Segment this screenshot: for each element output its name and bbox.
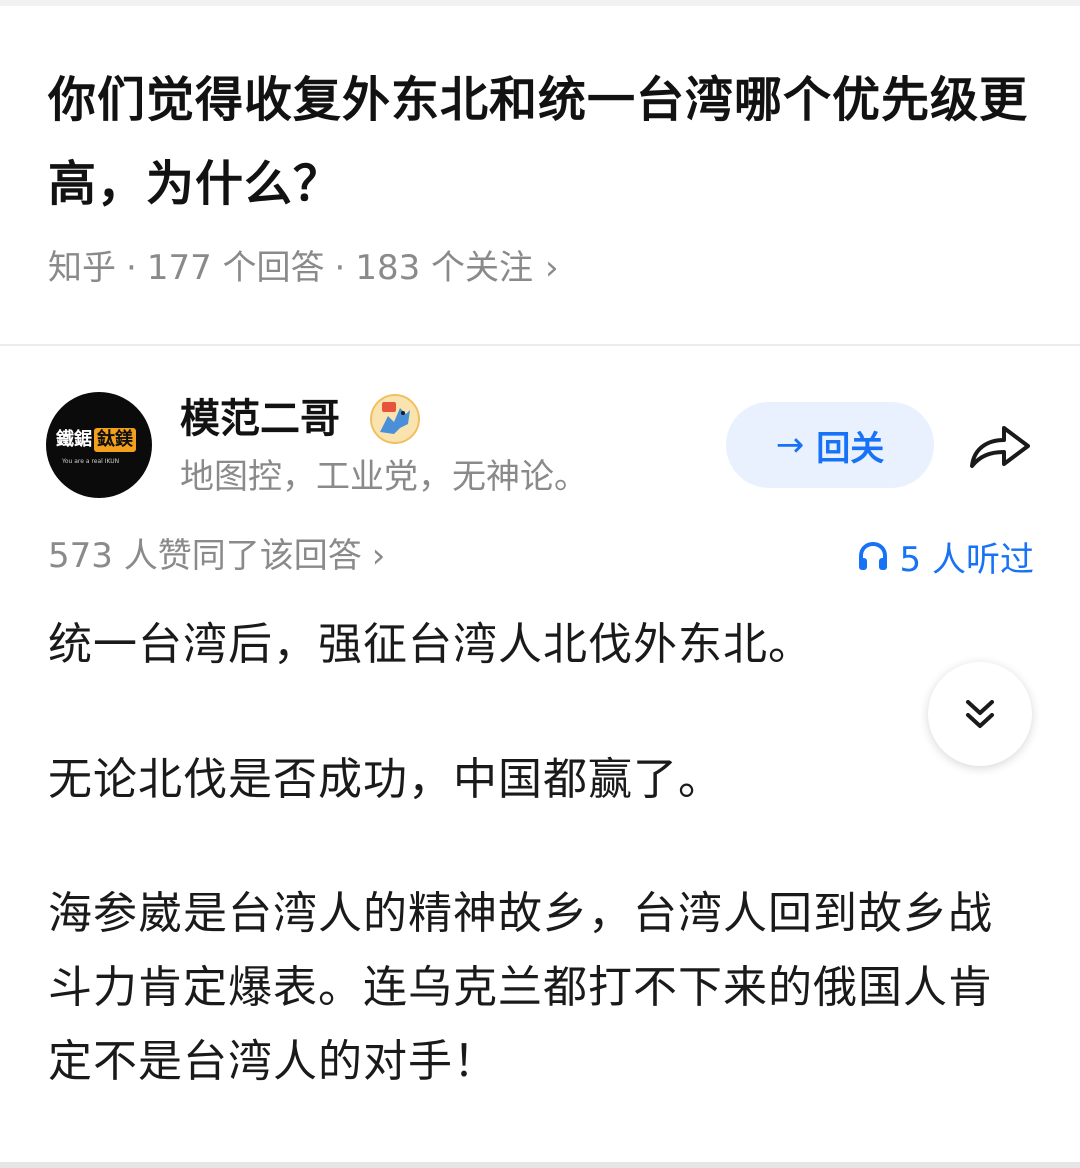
- author-bio: 地图控，工业党，无神论。: [180, 457, 588, 497]
- expand-button[interactable]: [928, 662, 1032, 766]
- avatar-subtext: You are a real IKUN: [62, 458, 120, 465]
- meta-separator: ·: [334, 248, 346, 288]
- chevron-right-icon: ›: [545, 248, 559, 288]
- upvote-text: 573 人赞同了该回答: [48, 536, 362, 576]
- status-strip: [0, 0, 1080, 6]
- answer-page: 你们觉得收复外东北和统一台湾哪个优先级更高，为什么？ 知乎 · 177 个回答 · 18…: [0, 0, 1080, 1168]
- answer-paragraph-1: 统一台湾后，强征台湾人北伐外东北。: [48, 619, 813, 670]
- author-name[interactable]: 模范二哥: [180, 392, 340, 446]
- source-label: 知乎: [48, 248, 116, 288]
- follow-button-label: 回关: [816, 428, 885, 469]
- answers-count: 177 个回答: [146, 248, 325, 288]
- meta-separator: ·: [126, 248, 137, 288]
- chevron-right-icon: ›: [371, 536, 386, 576]
- avatar-text-orange: 鈦鎂: [94, 428, 136, 452]
- listen-count: 5 人听过: [899, 539, 1034, 580]
- blue-dragon-badge-icon[interactable]: [370, 394, 420, 444]
- avatar-logo: 鐵鋸 鈦鎂: [54, 428, 146, 452]
- bottom-divider: [0, 1162, 1080, 1168]
- avatar-text-white: 鐵鋸: [56, 429, 92, 450]
- arrow-right-icon: →: [775, 425, 805, 465]
- share-arrow-icon[interactable]: [964, 414, 1036, 478]
- double-chevron-down-icon: [966, 700, 994, 728]
- answer-paragraph-2: 无论北伐是否成功，中国都赢了。: [48, 754, 723, 805]
- question-meta[interactable]: 知乎 · 177 个回答 · 183 个关注 ›: [48, 242, 559, 294]
- listen-button[interactable]: 5 人听过: [856, 530, 1034, 582]
- followers-count: 183 个关注: [355, 248, 534, 288]
- avatar[interactable]: 鐵鋸 鈦鎂 You are a real IKUN: [46, 392, 152, 498]
- section-divider: [0, 344, 1080, 346]
- headphones-icon: [858, 541, 887, 570]
- answer-paragraph-3: 海参崴是台湾人的精神故乡，台湾人回到故乡战斗力肯定爆表。连乌克兰都打不下来的俄国…: [48, 888, 993, 1087]
- upvote-summary[interactable]: 573 人赞同了该回答 ›: [48, 530, 385, 582]
- question-title[interactable]: 你们觉得收复外东北和统一台湾哪个优先级更高，为什么？: [48, 58, 1048, 226]
- follow-back-button[interactable]: → 回关: [726, 402, 934, 488]
